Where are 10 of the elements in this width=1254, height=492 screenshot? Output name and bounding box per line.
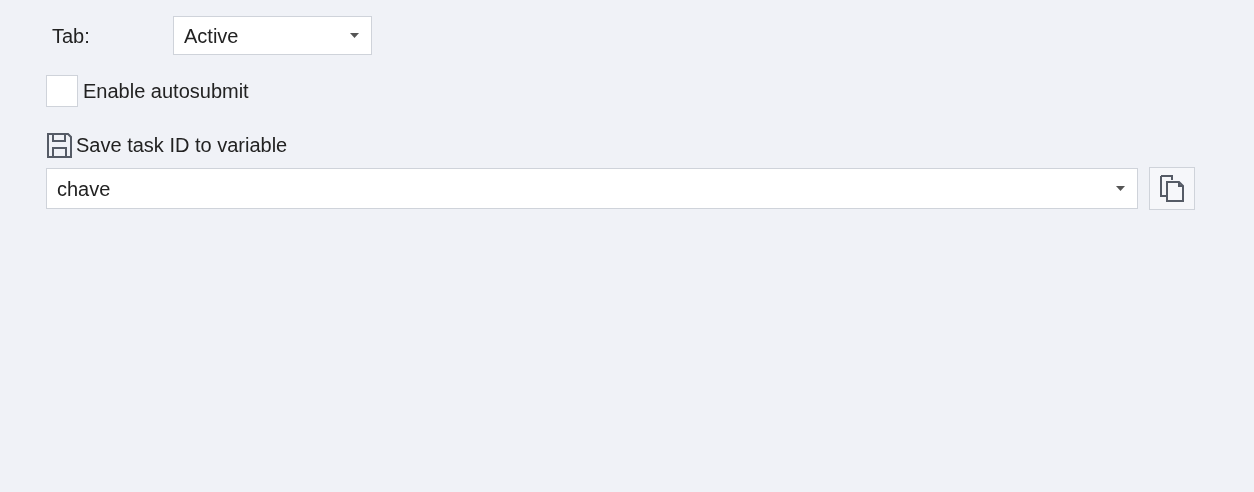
checkbox-label: Enable autosubmit [83,79,249,104]
caret-icon [350,33,359,38]
caret-icon [1116,186,1125,191]
copy-button[interactable] [1149,167,1195,210]
variable-dropdown[interactable]: chave [46,168,1138,209]
tab-dropdown[interactable]: Active [173,16,372,55]
copy-icon [1159,173,1185,204]
checkbox[interactable] [46,75,78,107]
section-label: Save task ID to variable [76,133,288,158]
field-label: Tab: [52,23,91,49]
